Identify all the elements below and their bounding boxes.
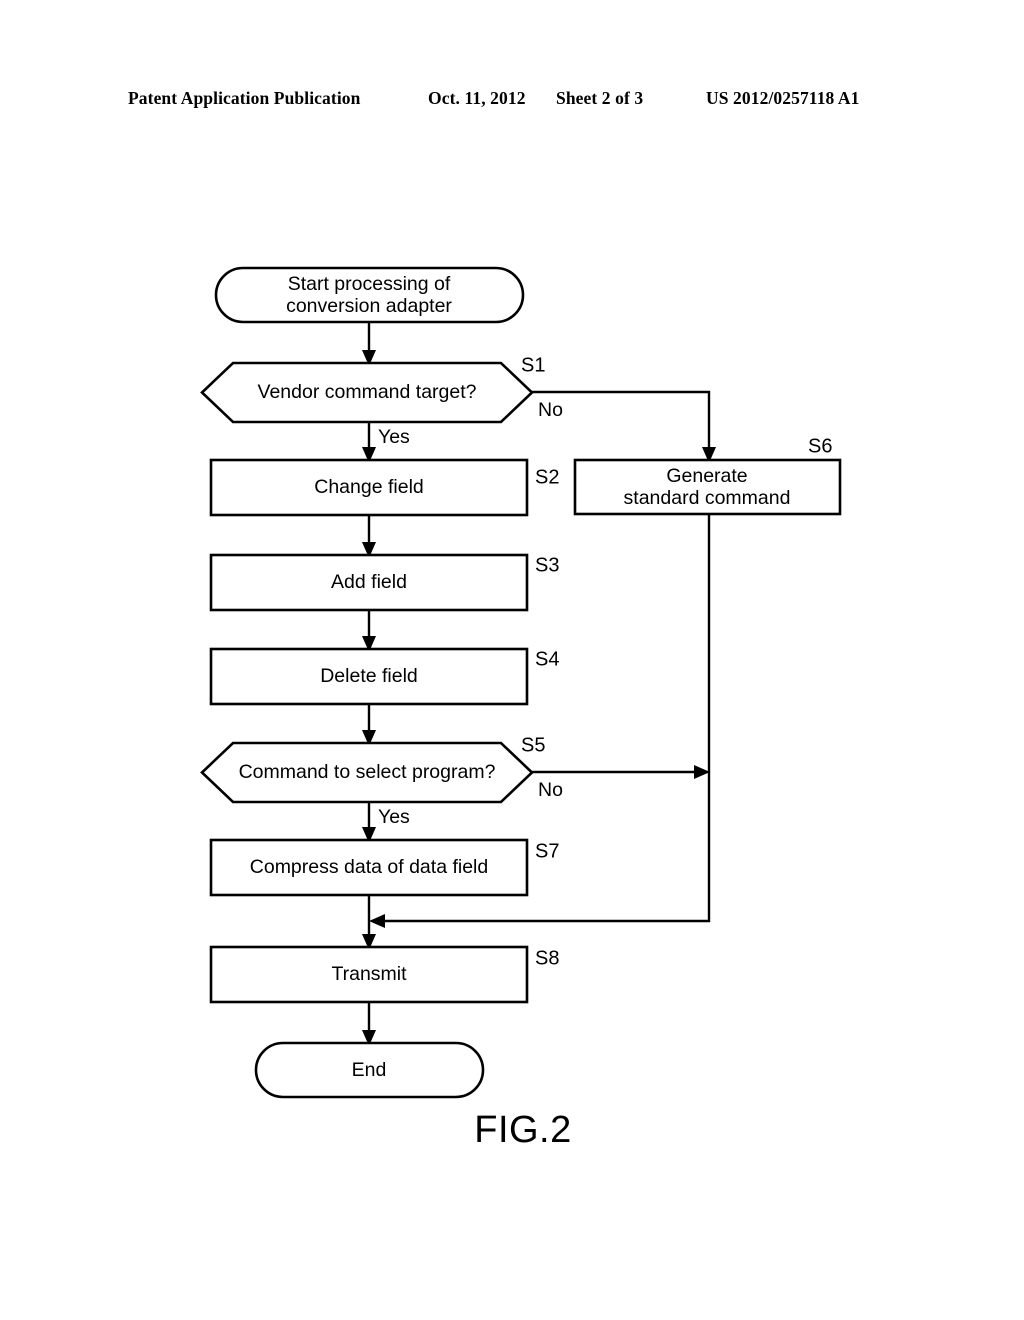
connector-s1-yes-to-s2: [362, 422, 376, 463]
step-label-s4: S4: [535, 648, 559, 670]
step-label-s1: S1: [521, 354, 545, 376]
step-label-s3: S3: [535, 554, 559, 576]
node-s2-process: Change field S2: [209, 458, 559, 517]
figure-caption: FIG.2: [474, 1109, 572, 1151]
node-start-line-2: conversion adapter: [286, 295, 452, 317]
node-s7-process: Compress data of data field S7: [209, 838, 559, 897]
connector-s4-to-s5: [362, 704, 376, 746]
branch-label-s5-yes: Yes: [378, 806, 410, 828]
step-label-s5: S5: [521, 734, 545, 756]
connector-s5-no-to-bypass: [532, 765, 710, 779]
node-s6-line-1: Generate: [666, 465, 747, 487]
node-s1-decision: Vendor command target? S1: [200, 354, 545, 424]
node-start-line-1: Start processing of: [288, 273, 451, 295]
connector-s2-to-s3: [362, 515, 376, 558]
connector-start-to-s1: [362, 322, 376, 366]
node-end-terminator: End: [254, 1041, 485, 1099]
node-s3-label: Add field: [331, 571, 407, 593]
node-start-terminator: Start processing of conversion adapter: [214, 266, 525, 324]
node-s5-label: Command to select program?: [239, 761, 496, 783]
node-s6-line-2: standard command: [624, 487, 791, 509]
connector-s5-yes-to-s7: [362, 802, 376, 843]
node-s3-process: Add field S3: [209, 553, 559, 612]
node-end-label: End: [352, 1059, 387, 1081]
step-label-s7: S7: [535, 840, 559, 862]
node-s1-label: Vendor command target?: [258, 381, 477, 403]
patent-drawing-page: Patent Application Publication Oct. 11, …: [0, 0, 1024, 1320]
step-label-s6: S6: [808, 435, 832, 457]
branch-label-s5-no: No: [538, 779, 563, 801]
connector-s8-to-end: [362, 1002, 376, 1046]
node-s8-label: Transmit: [331, 963, 407, 985]
node-s4-label: Delete field: [320, 665, 418, 687]
branch-label-s1-no: No: [538, 399, 563, 421]
branch-label-s1-yes: Yes: [378, 426, 410, 448]
node-s2-label: Change field: [314, 476, 424, 498]
node-s7-label: Compress data of data field: [250, 856, 488, 878]
node-s4-process: Delete field S4: [209, 647, 559, 706]
connector-s3-to-s4: [362, 610, 376, 652]
step-label-s8: S8: [535, 947, 559, 969]
node-s8-process: Transmit S8: [209, 945, 559, 1004]
flowchart-figure: Start processing of conversion adapter V…: [200, 266, 842, 1151]
node-s5-decision: Command to select program? S5: [200, 734, 545, 804]
step-label-s2: S2: [535, 466, 559, 488]
